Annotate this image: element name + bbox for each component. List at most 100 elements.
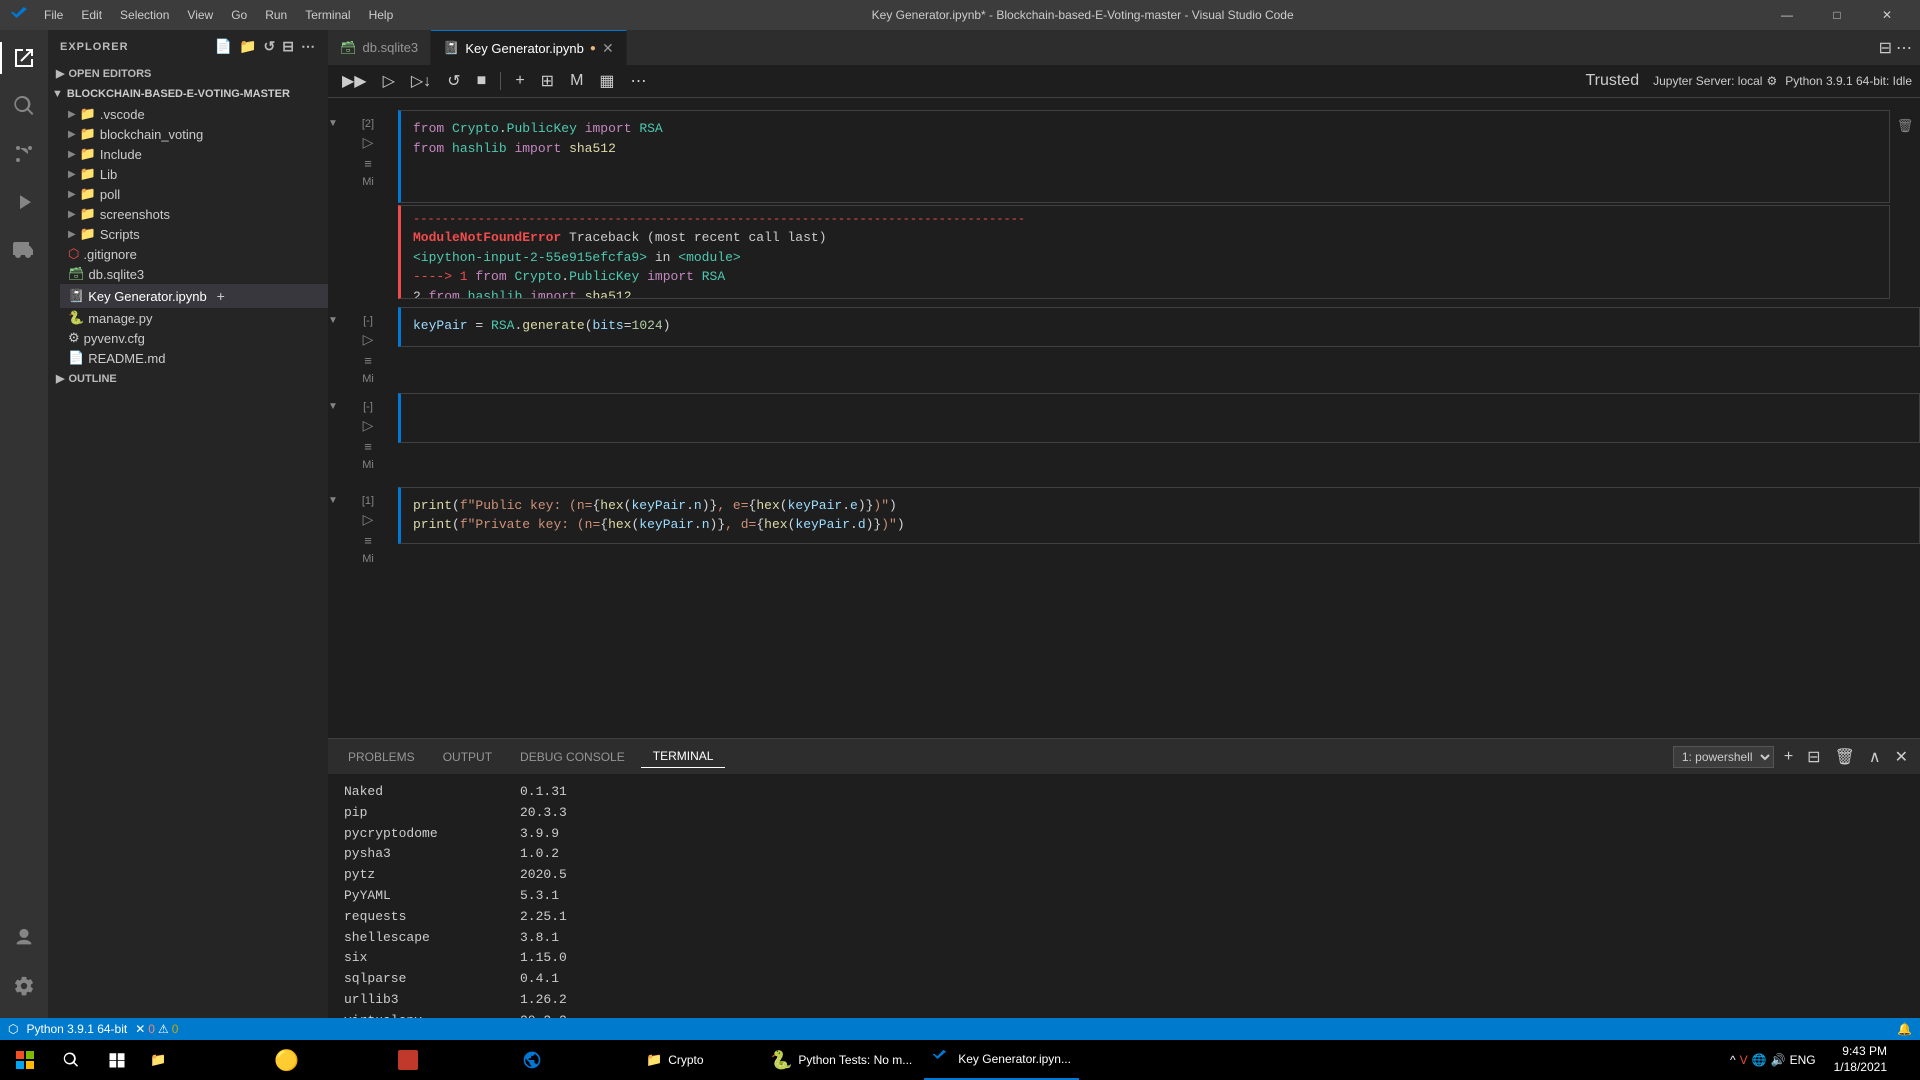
run-below-button[interactable]: ▷↓ <box>405 69 437 93</box>
search-taskbar-button[interactable] <box>50 1040 92 1080</box>
clock[interactable]: 9:43 PM 1/18/2021 <box>1826 1044 1895 1075</box>
cell-collapse-bar-1[interactable]: ▼ <box>328 110 338 299</box>
cell-list-icon-3[interactable]: ≡ <box>361 438 375 455</box>
trusted-button[interactable]: Trusted <box>1579 70 1645 92</box>
minimize-button[interactable]: — <box>1764 0 1810 30</box>
menu-terminal[interactable]: Terminal <box>297 6 358 24</box>
file-pyvenv-cfg[interactable]: ⚙ pyvenv.cfg <box>60 328 328 348</box>
tab-db-sqlite3[interactable]: 🗃 db.sqlite3 <box>328 30 431 65</box>
taskbar-app-red[interactable] <box>390 1040 510 1080</box>
run-above-button[interactable]: ▷ <box>377 69 401 93</box>
tab-close-button[interactable]: ✕ <box>602 41 614 55</box>
folder-blockchain-voting[interactable]: ▶ 📁 blockchain_voting <box>60 124 328 144</box>
collapse-icon[interactable]: ⊟ <box>282 38 295 55</box>
tab-problems[interactable]: PROBLEMS <box>336 746 427 768</box>
python-version-label[interactable]: Python 3.9.1 64-bit: Idle <box>1785 74 1912 88</box>
delete-cell-1-button[interactable]: 🗑 <box>1897 118 1914 134</box>
add-terminal-button[interactable]: + <box>1780 748 1797 766</box>
cell-collapse-bar-3[interactable]: ▼ <box>328 393 338 471</box>
menu-run[interactable]: Run <box>257 6 295 24</box>
split-cell-button[interactable]: ▦ <box>593 69 620 93</box>
close-panel-button[interactable]: ✕ <box>1891 747 1912 767</box>
menu-go[interactable]: Go <box>223 6 255 24</box>
split-editor-icon[interactable]: ⊟ <box>1879 38 1892 58</box>
cell-collapse-bar-2[interactable]: ▼ <box>328 307 338 385</box>
python-status[interactable]: Python 3.9.1 64-bit <box>26 1022 127 1036</box>
taskbar-app-edge[interactable] <box>514 1040 634 1080</box>
close-button[interactable]: ✕ <box>1864 0 1910 30</box>
tab-output[interactable]: OUTPUT <box>431 746 504 768</box>
run-cell-3-button[interactable]: ▷ <box>363 417 374 434</box>
file-manage-py[interactable]: 🐍 manage.py <box>60 308 328 328</box>
extensions-activity-icon[interactable] <box>0 226 48 274</box>
split-terminal-button[interactable]: ⊟ <box>1803 747 1824 767</box>
remote-icon[interactable]: ⬡ <box>8 1022 18 1036</box>
file-db-sqlite3[interactable]: 🗃 db.sqlite3 <box>60 264 328 284</box>
more-tabs-icon[interactable]: ⋯ <box>1896 38 1912 58</box>
menu-edit[interactable]: Edit <box>73 6 110 24</box>
taskbar-app-explorer[interactable]: 📁 <box>142 1040 262 1080</box>
run-all-button[interactable]: ▶▶ <box>336 69 373 93</box>
search-activity-icon[interactable] <box>0 82 48 130</box>
file-gitignore[interactable]: ⬡ .gitignore <box>60 244 328 264</box>
open-editors-section[interactable]: ▶ Open Editors <box>48 63 328 84</box>
kill-terminal-button[interactable]: 🗑 <box>1831 747 1859 767</box>
refresh-icon[interactable]: ↺ <box>264 38 277 55</box>
outline-section[interactable]: ▶ Outline <box>48 368 328 389</box>
tab-terminal[interactable]: TERMINAL <box>641 745 726 768</box>
folder-vscode[interactable]: ▶ 📁 .vscode <box>60 104 328 124</box>
project-root-section[interactable]: ▼ BLOCKCHAIN-BASED-E-VOTING-MASTER <box>48 84 328 104</box>
cell-list-icon[interactable]: ≡ <box>361 155 375 172</box>
folder-lib[interactable]: ▶ 📁 Lib <box>60 164 328 184</box>
maximize-button[interactable]: □ <box>1814 0 1860 30</box>
maximize-panel-button[interactable]: ∧ <box>1865 747 1885 767</box>
taskbar-app-vscode[interactable]: Key Generator.ipyn... <box>924 1040 1079 1080</box>
taskbar-app-yellow[interactable]: 🟡 <box>266 1040 386 1080</box>
cell-list-icon-2[interactable]: ≡ <box>361 352 375 369</box>
tray-expand-icon[interactable]: ^ <box>1730 1053 1736 1067</box>
folder-scripts[interactable]: ▶ 📁 Scripts <box>60 224 328 244</box>
run-cell-1-button[interactable]: ▷ <box>363 134 374 151</box>
scm-activity-icon[interactable] <box>0 130 48 178</box>
menu-view[interactable]: View <box>179 6 221 24</box>
terminal-shell-select[interactable]: 1: powershell <box>1673 746 1774 768</box>
more-button[interactable]: ⋯ <box>625 69 653 93</box>
start-button[interactable] <box>4 1040 46 1080</box>
tray-lang-label[interactable]: ENG <box>1790 1053 1816 1067</box>
add-cell-button[interactable]: + <box>509 70 530 92</box>
tab-key-generator[interactable]: 📓 Key Generator.ipynb ● ✕ <box>431 30 627 65</box>
menu-selection[interactable]: Selection <box>112 6 177 24</box>
tray-network-icon[interactable]: 🌐 <box>1752 1053 1767 1067</box>
folder-include[interactable]: ▶ 📁 Include <box>60 144 328 164</box>
add-cell-sidebar-btn[interactable]: + <box>211 286 231 306</box>
menu-help[interactable]: Help <box>361 6 402 24</box>
account-activity-icon[interactable] <box>0 914 48 962</box>
errors-status[interactable]: ✕ 0 ⚠ 0 <box>135 1022 178 1036</box>
run-cell-4-button[interactable]: ▷ <box>363 511 374 528</box>
add-code-cell-button[interactable]: ⊞ <box>535 69 560 93</box>
tray-vpn-icon[interactable]: V <box>1740 1053 1748 1067</box>
tray-volume-icon[interactable]: 🔊 <box>1771 1053 1786 1067</box>
file-readme-md[interactable]: 📄 README.md <box>60 348 328 368</box>
more-icon[interactable]: ⋯ <box>301 38 316 55</box>
file-key-generator[interactable]: 📓 Key Generator.ipynb + <box>60 284 328 308</box>
cell-collapse-bar-4[interactable]: ▼ <box>328 487 338 565</box>
new-folder-icon[interactable]: 📁 <box>239 38 257 55</box>
taskbar-app-python[interactable]: 🐍 Python Tests: No m... <box>762 1040 920 1080</box>
interrupt-button[interactable]: ■ <box>471 70 493 92</box>
taskbar-app-crypto[interactable]: 📁 Crypto <box>638 1040 758 1080</box>
settings-activity-icon[interactable] <box>0 962 48 1010</box>
add-markdown-cell-button[interactable]: M <box>564 70 589 92</box>
folder-poll[interactable]: ▶ 📁 poll <box>60 184 328 204</box>
debug-activity-icon[interactable] <box>0 178 48 226</box>
cell-list-icon-4[interactable]: ≡ <box>361 532 375 549</box>
tab-debug-console[interactable]: DEBUG CONSOLE <box>508 746 637 768</box>
folder-screenshots[interactable]: ▶ 📁 screenshots <box>60 204 328 224</box>
restart-button[interactable]: ↺ <box>441 69 466 93</box>
jupyter-settings-icon[interactable]: ⚙ <box>1766 74 1777 88</box>
run-cell-2-button[interactable]: ▷ <box>363 331 374 348</box>
task-view-button[interactable] <box>96 1040 138 1080</box>
notification-icon[interactable]: 🔔 <box>1897 1022 1912 1036</box>
new-file-icon[interactable]: 📄 <box>215 38 233 55</box>
explorer-activity-icon[interactable] <box>0 34 48 82</box>
